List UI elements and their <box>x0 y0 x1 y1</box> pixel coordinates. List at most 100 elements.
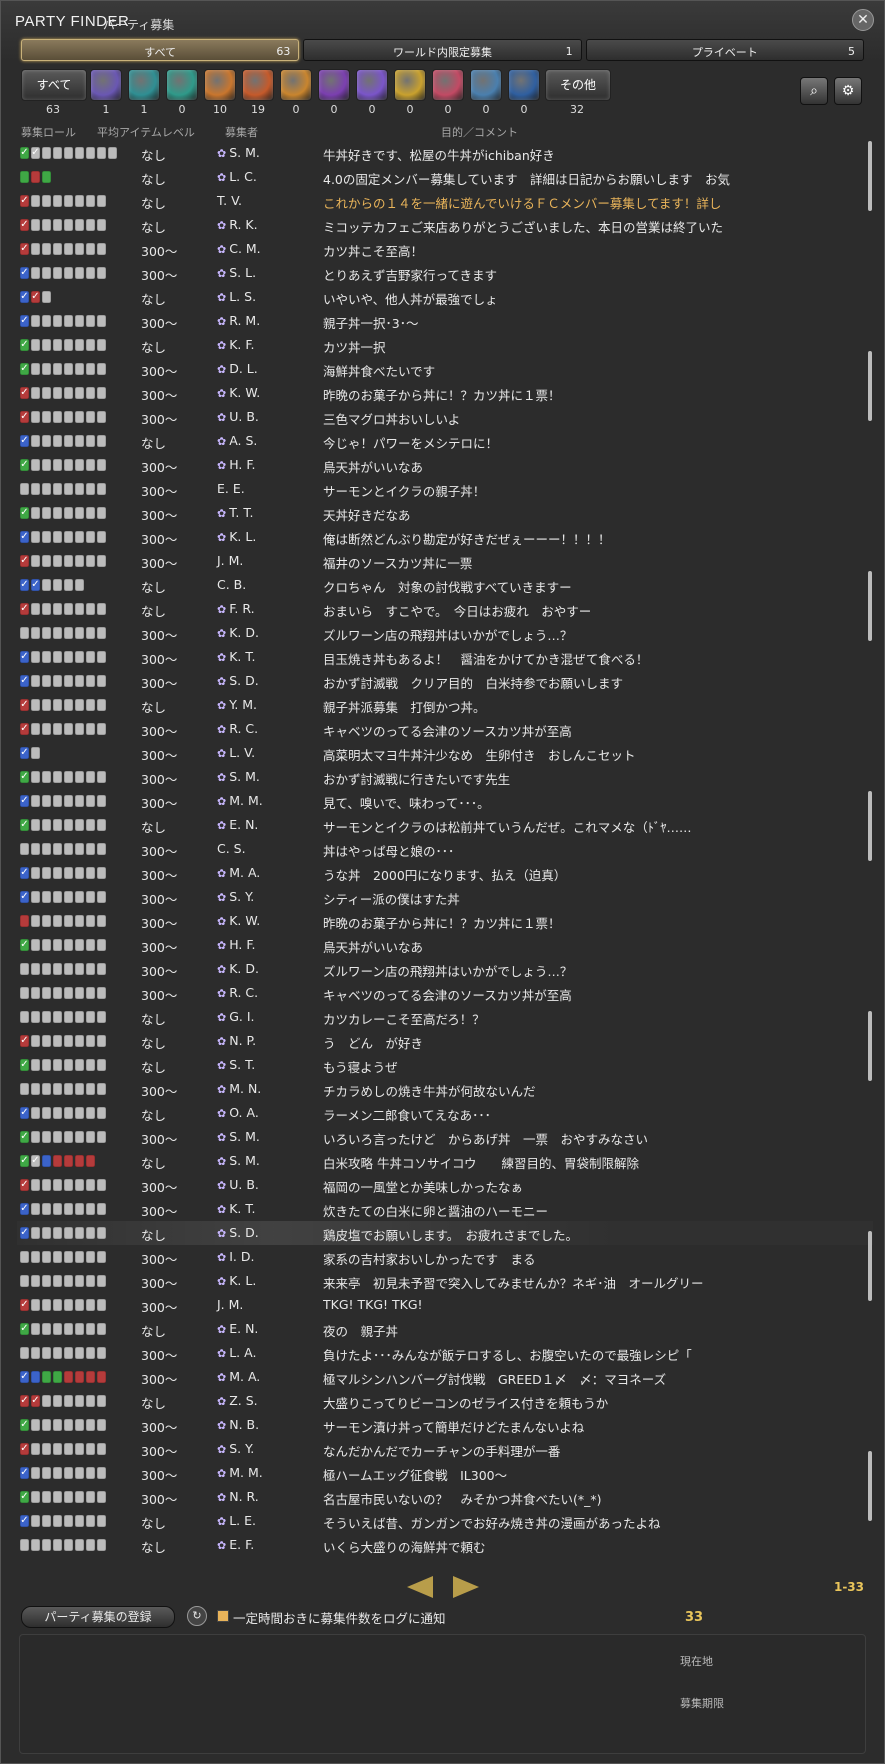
tab-private[interactable]: プライベート 5 <box>585 39 864 61</box>
listing-row[interactable]: なし ✿O. A. ラーメン二郎食いてえなあ･･･ <box>17 1101 873 1125</box>
listing-row[interactable]: 300～ ✿S. D. おかず討滅戦 クリア目的 白米持参でお願いします <box>17 669 873 693</box>
listing-row[interactable]: 300～ ✿S. L. とりあえず吉野家行ってきます <box>17 261 873 285</box>
notify-checkbox[interactable] <box>217 1610 229 1622</box>
role-slot-icon <box>53 1323 62 1335</box>
listing-row[interactable]: 300～ ✿R. C. キャベツのってる会津のソースカツ丼が至高 <box>17 981 873 1005</box>
listing-row[interactable]: なし C. B. クロちゃん 対象の討伐戦すべていきますー <box>17 573 873 597</box>
role-slot-icon <box>20 1155 29 1167</box>
listing-row[interactable]: 300～ ✿ K. D. ズルワーン店の飛翔丼はいかがでしょう…？ <box>17 621 873 645</box>
listing-row[interactable]: 300～ ✿K. W. 昨晩のお菓子から丼に！？カツ丼に１票！ <box>17 381 873 405</box>
listing-row[interactable]: なし ✿N. P. う どん が好き <box>17 1029 873 1053</box>
listing-row[interactable]: なし T. V. これからの１４を一緒に遊んでいけるＦＣメンバー募集してます！詳し <box>17 189 873 213</box>
tab-world-only[interactable]: ワールド内限定募集 1 <box>303 39 582 61</box>
listing-row[interactable]: 300～ ✿ M. N. チカラめしの焼き牛丼が何故ないんだ <box>17 1077 873 1101</box>
listing-row[interactable]: なし ✿ L. C. 4.0の固定メンバー募集しています 詳細は日記からお願いします … <box>17 165 873 189</box>
scroll-thumb[interactable] <box>868 141 872 211</box>
previous-page-icon[interactable] <box>407 1576 433 1598</box>
listing-row[interactable]: 300～ ✿U. B. 三色マグロ丼おいしいよ <box>17 405 873 429</box>
listing-row[interactable]: 300～ ✿K. T. 目玉焼き丼もあるよ！ 醤油をかけてかき混ぜて食べる！ <box>17 645 873 669</box>
close-icon[interactable]: ✕ <box>852 9 874 31</box>
listing-row[interactable]: 300～ ✿K. L. 俺は断然どんぶり勘定が好きだぜぇーーー！！！！ <box>17 525 873 549</box>
listing-row[interactable]: 300～ ✿N. R. 名古屋市民いないの？ みそかつ丼食べたい(*_*) <box>17 1485 873 1509</box>
filter-gathering-button[interactable]: 0 <box>469 69 503 119</box>
tab-all[interactable]: すべて 63 <box>21 39 300 61</box>
role-slot-icon <box>64 651 73 663</box>
search-icon[interactable]: ⌕ <box>800 77 828 105</box>
listing-row[interactable]: 300～ ✿U. B. 福岡の一風堂とか美味しかったなぁ <box>17 1173 873 1197</box>
scrollbar[interactable] <box>866 141 874 1569</box>
listing-row[interactable]: 300～ J. M. TKG! TKG! TKG! <box>17 1293 873 1317</box>
listing-row[interactable]: 300～ ✿C. M. カツ丼こそ至高！ <box>17 237 873 261</box>
listing-row[interactable]: なし ✿R. K. ミコッテカフェご来店ありがとうございました、本日の営業は終了いた <box>17 213 873 237</box>
listing-row[interactable]: 300～ ✿D. L. 海鮮丼食べたいです <box>17 357 873 381</box>
listing-row[interactable]: なし ✿ E. F. いくら大盛りの海鮮丼で頼む <box>17 1533 873 1557</box>
listing-row[interactable]: 300～ ✿S. Y. なんだかんだでカーチャンの手料理が一番 <box>17 1437 873 1461</box>
listing-row[interactable]: なし ✿K. F. カツ丼一択 <box>17 333 873 357</box>
filter-guildhest-button[interactable]: 1 <box>127 69 161 119</box>
listing-row[interactable]: なし ✿S. M. 白米攻略 牛丼コソサイコウ 練習目的、胃袋制限解除 <box>17 1149 873 1173</box>
listing-row[interactable]: なし ✿Y. M. 親子丼派募集 打倒かつ丼。 <box>17 693 873 717</box>
listing-row[interactable]: 300～ ✿N. B. サーモン漬け丼って簡単だけどたまんないよね <box>17 1413 873 1437</box>
role-slot-icon <box>42 1035 51 1047</box>
role-slot-icon <box>42 555 51 567</box>
listing-row[interactable]: 300～ ✿L. V. 高菜明太マヨ牛丼汁少なめ 生卵付き おしんこセット <box>17 741 873 765</box>
listing-row[interactable]: 300～ ✿K. W. 昨晩のお菓子から丼に！？カツ丼に１票！ <box>17 909 873 933</box>
filter-other-button[interactable]: その他 32 <box>545 69 611 119</box>
listing-row[interactable]: なし ✿F. R. おまいら すこやで。 今日はお疲れ おやすー <box>17 597 873 621</box>
filter-dungeon-button[interactable]: 1 <box>89 69 123 119</box>
filter-quest-battle-button[interactable]: 0 <box>317 69 351 119</box>
role-slot-icon <box>64 459 73 471</box>
listing-row[interactable]: なし ✿E. N. 夜の 親子丼 <box>17 1317 873 1341</box>
filter-treasure-hunt-button[interactable]: 0 <box>393 69 427 119</box>
listing-row[interactable]: 300～ ✿S. M. おかず討滅戦に行きたいです先生 <box>17 765 873 789</box>
listing-row[interactable]: 300～ ✿T. T. 天丼好きだなあ <box>17 501 873 525</box>
listing-row[interactable]: 300～ ✿R. C. キャベツのってる会津のソースカツ丼が至高 <box>17 717 873 741</box>
listing-row[interactable]: 300～ C. S. 丼はやっぱ母と娘の･･･ <box>17 837 873 861</box>
filter-raid-button[interactable]: 10 <box>203 69 237 119</box>
listing-row[interactable]: 300～ J. M. 福井のソースカツ丼に一票 <box>17 549 873 573</box>
listing-row[interactable]: 300～ ✿H. F. 鳥天丼がいいなあ <box>17 453 873 477</box>
listing-row[interactable]: なし ✿S. M. 牛丼好きです、松屋の牛丼がichiban好き <box>17 141 873 165</box>
listing-row[interactable]: 300～ ✿H. F. 鳥天丼がいいなあ <box>17 933 873 957</box>
listing-row[interactable]: 300～ ✿S. Y. シティー派の僕はすた丼 <box>17 885 873 909</box>
listing-row[interactable]: 300～ ✿M. M. 極ハームエッグ征食戦 IL300～ <box>17 1461 873 1485</box>
listing-row[interactable]: 300～ ✿M. M. 見て、嗅いで、味わって･･･。 <box>17 789 873 813</box>
role-slot-icon <box>75 1491 84 1503</box>
listing-row[interactable]: 300～ ✿ L. A. 負けたよ･･･みんなが飯テロするし、お腹空いたので最強レシピ… <box>17 1341 873 1365</box>
listing-row[interactable]: なし ✿L. E. そういえば昔、ガンガンでお好み焼き丼の漫画があったよね <box>17 1509 873 1533</box>
filter-pvp-button[interactable]: 0 <box>279 69 313 119</box>
role-slot-icon <box>64 1371 73 1383</box>
item-level: 300～ <box>141 484 178 499</box>
listing-row[interactable]: なし ✿ G. I. カツカレーこそ至高だろ！？ <box>17 1005 873 1029</box>
recruiter: ✿ S. M. <box>217 769 277 784</box>
listing-row[interactable]: 300～ ✿ K. D. ズルワーン店の飛翔丼はいかがでしょう…？ <box>17 957 873 981</box>
listing-row[interactable]: なし ✿E. N. サーモンとイクラのは松前丼ていうんだぜ。これマメな（ﾄﾞﾔ…… <box>17 813 873 837</box>
listing-row[interactable]: なし ✿Z. S. 大盛りこってりビーコンのゼライス付きを頼もうか <box>17 1389 873 1413</box>
filter-all-button[interactable]: すべて 63 <box>21 69 87 119</box>
filter-trial-button[interactable]: 0 <box>165 69 199 119</box>
next-page-icon[interactable] <box>453 1576 479 1598</box>
listing-comment: サーモンとイクラのは松前丼ていうんだぜ。これマメな（ﾄﾞﾔ…… <box>323 820 692 835</box>
listing-row[interactable]: 300～ ✿ K. L. 来来亭 初見未予習で突入してみませんか？ネギ･油 オールグリ… <box>17 1269 873 1293</box>
listing-row[interactable]: 300～ ✿K. T. 炊きたての白米に卵と醤油のハーモニー <box>17 1197 873 1221</box>
register-party-button[interactable]: パーティ募集の登録 <box>21 1606 175 1628</box>
filter-high-end-button[interactable]: 19 <box>241 69 275 119</box>
role-slot-icon <box>86 843 95 855</box>
filter-deep-dungeon-button[interactable]: 0 <box>507 69 541 119</box>
listing-row[interactable]: なし ✿S. T. もう寝ようぜ <box>17 1053 873 1077</box>
role-slot-icon <box>64 507 73 519</box>
listing-row[interactable]: 300～ ✿M. A. 極マルシンハンバーグ討伐戦 GREED１〆 〆：マヨネーズ <box>17 1365 873 1389</box>
listing-row[interactable]: 300～ E. E. サーモンとイクラの親子丼！ <box>17 477 873 501</box>
listing-row[interactable]: 300～ ✿ I. D. 家系の吉村家おいしかったです まる <box>17 1245 873 1269</box>
listing-row[interactable]: なし ✿A. S. 今じゃ！パワーをメシテロに！ <box>17 429 873 453</box>
listing-row[interactable]: 300～ ✿S. M. いろいろ言ったけど からあげ丼 一票 おやすみなさい <box>17 1125 873 1149</box>
listing-row[interactable]: なし ✿L. S. いやいや、他人丼が最強でしょ <box>17 285 873 309</box>
role-slot-icon <box>75 843 84 855</box>
refresh-icon[interactable]: ↻ <box>187 1606 207 1626</box>
listing-row[interactable]: なし ✿S. D. 鶏皮塩でお願いします。 お疲れさまでした。 <box>17 1221 873 1245</box>
filter-hunt-button[interactable]: 0 <box>431 69 465 119</box>
listing-row[interactable]: 300～ ✿M. A. うな丼 2000円になります、払え（迫真） <box>17 861 873 885</box>
settings-icon[interactable]: ⚙ <box>834 77 862 105</box>
filter-fate-button[interactable]: 0 <box>355 69 389 119</box>
listing-row[interactable]: 300～ ✿R. M. 親子丼一択･3･～ <box>17 309 873 333</box>
